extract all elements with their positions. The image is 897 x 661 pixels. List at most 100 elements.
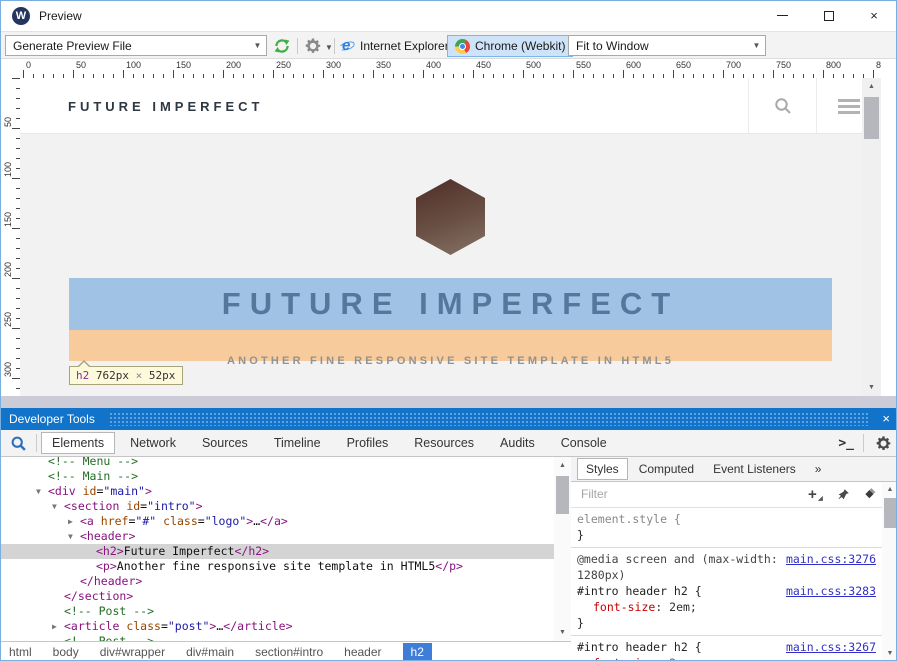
generate-preview-combo[interactable]: Generate Preview File ▼ [5, 35, 267, 56]
close-button[interactable]: × [857, 1, 891, 30]
site-header: FUTURE IMPERFECT [20, 78, 881, 134]
tree-scrollbar[interactable]: ▲ ▼ [554, 457, 571, 641]
inspect-element-icon[interactable] [10, 435, 27, 452]
tree-row[interactable]: <!-- Post --> [1, 604, 554, 619]
tree-row[interactable]: <p>Another fine responsive site template… [1, 559, 554, 574]
element-states-icon[interactable] [864, 488, 877, 501]
styles-filter-input[interactable] [579, 486, 749, 502]
page-scrollbar-vertical[interactable]: ▲ ▼ [862, 78, 881, 396]
stylesheet-link[interactable]: main.css:3276 [786, 551, 876, 567]
chrome-webkit-button[interactable]: Chrome (Webkit) [447, 35, 573, 57]
app-logo-icon: W [12, 7, 30, 25]
style-rule-line[interactable]: element.style { [577, 511, 876, 527]
collapse-arrow-icon[interactable]: ▼ [36, 484, 41, 499]
devtools-tab-console[interactable]: Console [550, 432, 618, 454]
site-brand[interactable]: FUTURE IMPERFECT [68, 99, 263, 114]
breadcrumb-item-header[interactable]: header [344, 645, 381, 659]
zoom-combo[interactable]: Fit to Window ▼ [568, 35, 766, 56]
style-rule-line[interactable]: } [577, 615, 876, 631]
refresh-icon[interactable] [273, 37, 291, 55]
scroll-down-icon[interactable]: ▼ [882, 646, 897, 661]
devtools-titlebar: Developer Tools × [1, 408, 897, 430]
maximize-button[interactable] [812, 1, 846, 30]
tree-row[interactable]: </section> [1, 589, 554, 604]
ruler-tick [12, 128, 20, 129]
tree-row[interactable]: ▼<div id="main"> [1, 484, 554, 499]
breadcrumb-item-div-main[interactable]: div#main [186, 645, 234, 659]
inspect-highlight-content: FUTURE IMPERFECT [69, 278, 832, 330]
internet-explorer-icon: e [339, 38, 355, 54]
chevron-down-icon[interactable]: ▼ [249, 36, 266, 55]
vertical-ruler: 50100150200250300 [1, 78, 20, 396]
breadcrumb-item-section-intro[interactable]: section#intro [255, 645, 323, 659]
devtools-tab-resources[interactable]: Resources [403, 432, 485, 454]
tree-row[interactable]: <!-- Main --> [1, 469, 554, 484]
style-rule-line[interactable]: } [577, 527, 876, 543]
tree-row[interactable]: </header> [1, 574, 554, 589]
tree-row[interactable]: ▶<article class="post">…</article> [1, 619, 554, 634]
devtools-tab-profiles[interactable]: Profiles [336, 432, 400, 454]
scrollbar-thumb[interactable] [884, 498, 896, 528]
expand-arrow-icon[interactable]: ▶ [68, 514, 73, 529]
devtools-tab-elements[interactable]: Elements [41, 432, 115, 454]
minimize-button[interactable] [765, 1, 799, 30]
pin-icon[interactable] [837, 488, 850, 501]
ruler-label: 750 [776, 60, 791, 70]
style-rule-line[interactable]: font-size: 2em; [577, 599, 876, 615]
devtools-tab-sources[interactable]: Sources [191, 432, 259, 454]
chrome-icon [455, 39, 470, 54]
stylesheet-link[interactable]: main.css:3283 [786, 583, 876, 599]
breadcrumb-item-div-wrapper[interactable]: div#wrapper [100, 645, 165, 659]
tree-row[interactable]: <!-- Menu --> [1, 457, 554, 469]
styles-filter-row: +◢ [571, 482, 897, 508]
devtools-tab-network[interactable]: Network [119, 432, 187, 454]
collapse-arrow-icon[interactable]: ▼ [68, 529, 73, 544]
collapse-arrow-icon[interactable]: ▼ [52, 499, 57, 514]
preview-window: W Preview × Generate Preview File ▼ ▼ [0, 0, 897, 661]
tree-row[interactable]: <h2>Future Imperfect</h2> [1, 544, 554, 559]
breadcrumb-item-html[interactable]: html [9, 645, 32, 659]
site-logo-hexagon[interactable] [416, 179, 485, 255]
ruler-label: 200 [3, 255, 14, 277]
styles-scrollbar[interactable]: ▲ ▼ [882, 482, 897, 661]
style-rule-line[interactable]: main.css:3267#intro header h2 { [577, 639, 876, 655]
gear-icon[interactable] [304, 37, 322, 55]
style-rule-line[interactable]: main.css:3276@media screen and (max-widt… [577, 551, 876, 583]
style-rule-line[interactable]: main.css:3283#intro header h2 { [577, 583, 876, 599]
styles-tab-event-listeners[interactable]: Event Listeners [705, 459, 804, 479]
ruler-label: 0 [26, 60, 31, 70]
style-rule-line[interactable]: font-size: 2em; [577, 655, 876, 661]
devtools-tabbar-right: >_ [838, 430, 892, 456]
tree-row[interactable]: ▶<a href="#" class="logo">…</a> [1, 514, 554, 529]
ruler-tick [623, 70, 624, 78]
chevron-down-icon[interactable]: ▼ [748, 36, 765, 55]
chrome-webkit-label: Chrome (Webkit) [475, 39, 565, 53]
scroll-down-icon[interactable]: ▼ [862, 379, 881, 396]
page-scrollbar-horizontal[interactable] [1, 396, 897, 408]
breadcrumb-item-body[interactable]: body [53, 645, 79, 659]
tree-row[interactable]: <!-- Post --> [1, 634, 554, 641]
internet-explorer-button[interactable]: e Internet Explorer [332, 35, 456, 57]
devtools-settings-gear-icon[interactable] [875, 435, 892, 452]
devtools-close-icon[interactable]: × [882, 411, 890, 426]
scroll-up-icon[interactable]: ▲ [554, 457, 571, 474]
devtools-tab-audits[interactable]: Audits [489, 432, 546, 454]
devtools-tab-timeline[interactable]: Timeline [263, 432, 332, 454]
scrollbar-thumb[interactable] [864, 97, 879, 139]
tree-row[interactable]: ▼<header> [1, 529, 554, 544]
expand-arrow-icon[interactable]: ▶ [52, 619, 57, 634]
scroll-up-icon[interactable]: ▲ [882, 482, 897, 497]
toggle-console-icon[interactable]: >_ [838, 436, 854, 451]
scrollbar-thumb[interactable] [556, 476, 569, 514]
scroll-down-icon[interactable]: ▼ [554, 624, 571, 641]
tooltip-width: 762px [96, 369, 129, 382]
stylesheet-link[interactable]: main.css:3267 [786, 639, 876, 655]
styles-tab-computed[interactable]: Computed [631, 459, 702, 479]
tree-row[interactable]: ▼<section id="intro"> [1, 499, 554, 514]
styles-tab-styles[interactable]: Styles [577, 458, 628, 480]
new-style-rule-icon[interactable]: +◢ [808, 486, 817, 503]
styles-tab--[interactable]: » [807, 459, 830, 479]
scroll-up-icon[interactable]: ▲ [862, 78, 881, 95]
site-search-button[interactable] [748, 78, 816, 134]
breadcrumb-item-h2[interactable]: h2 [403, 643, 432, 661]
